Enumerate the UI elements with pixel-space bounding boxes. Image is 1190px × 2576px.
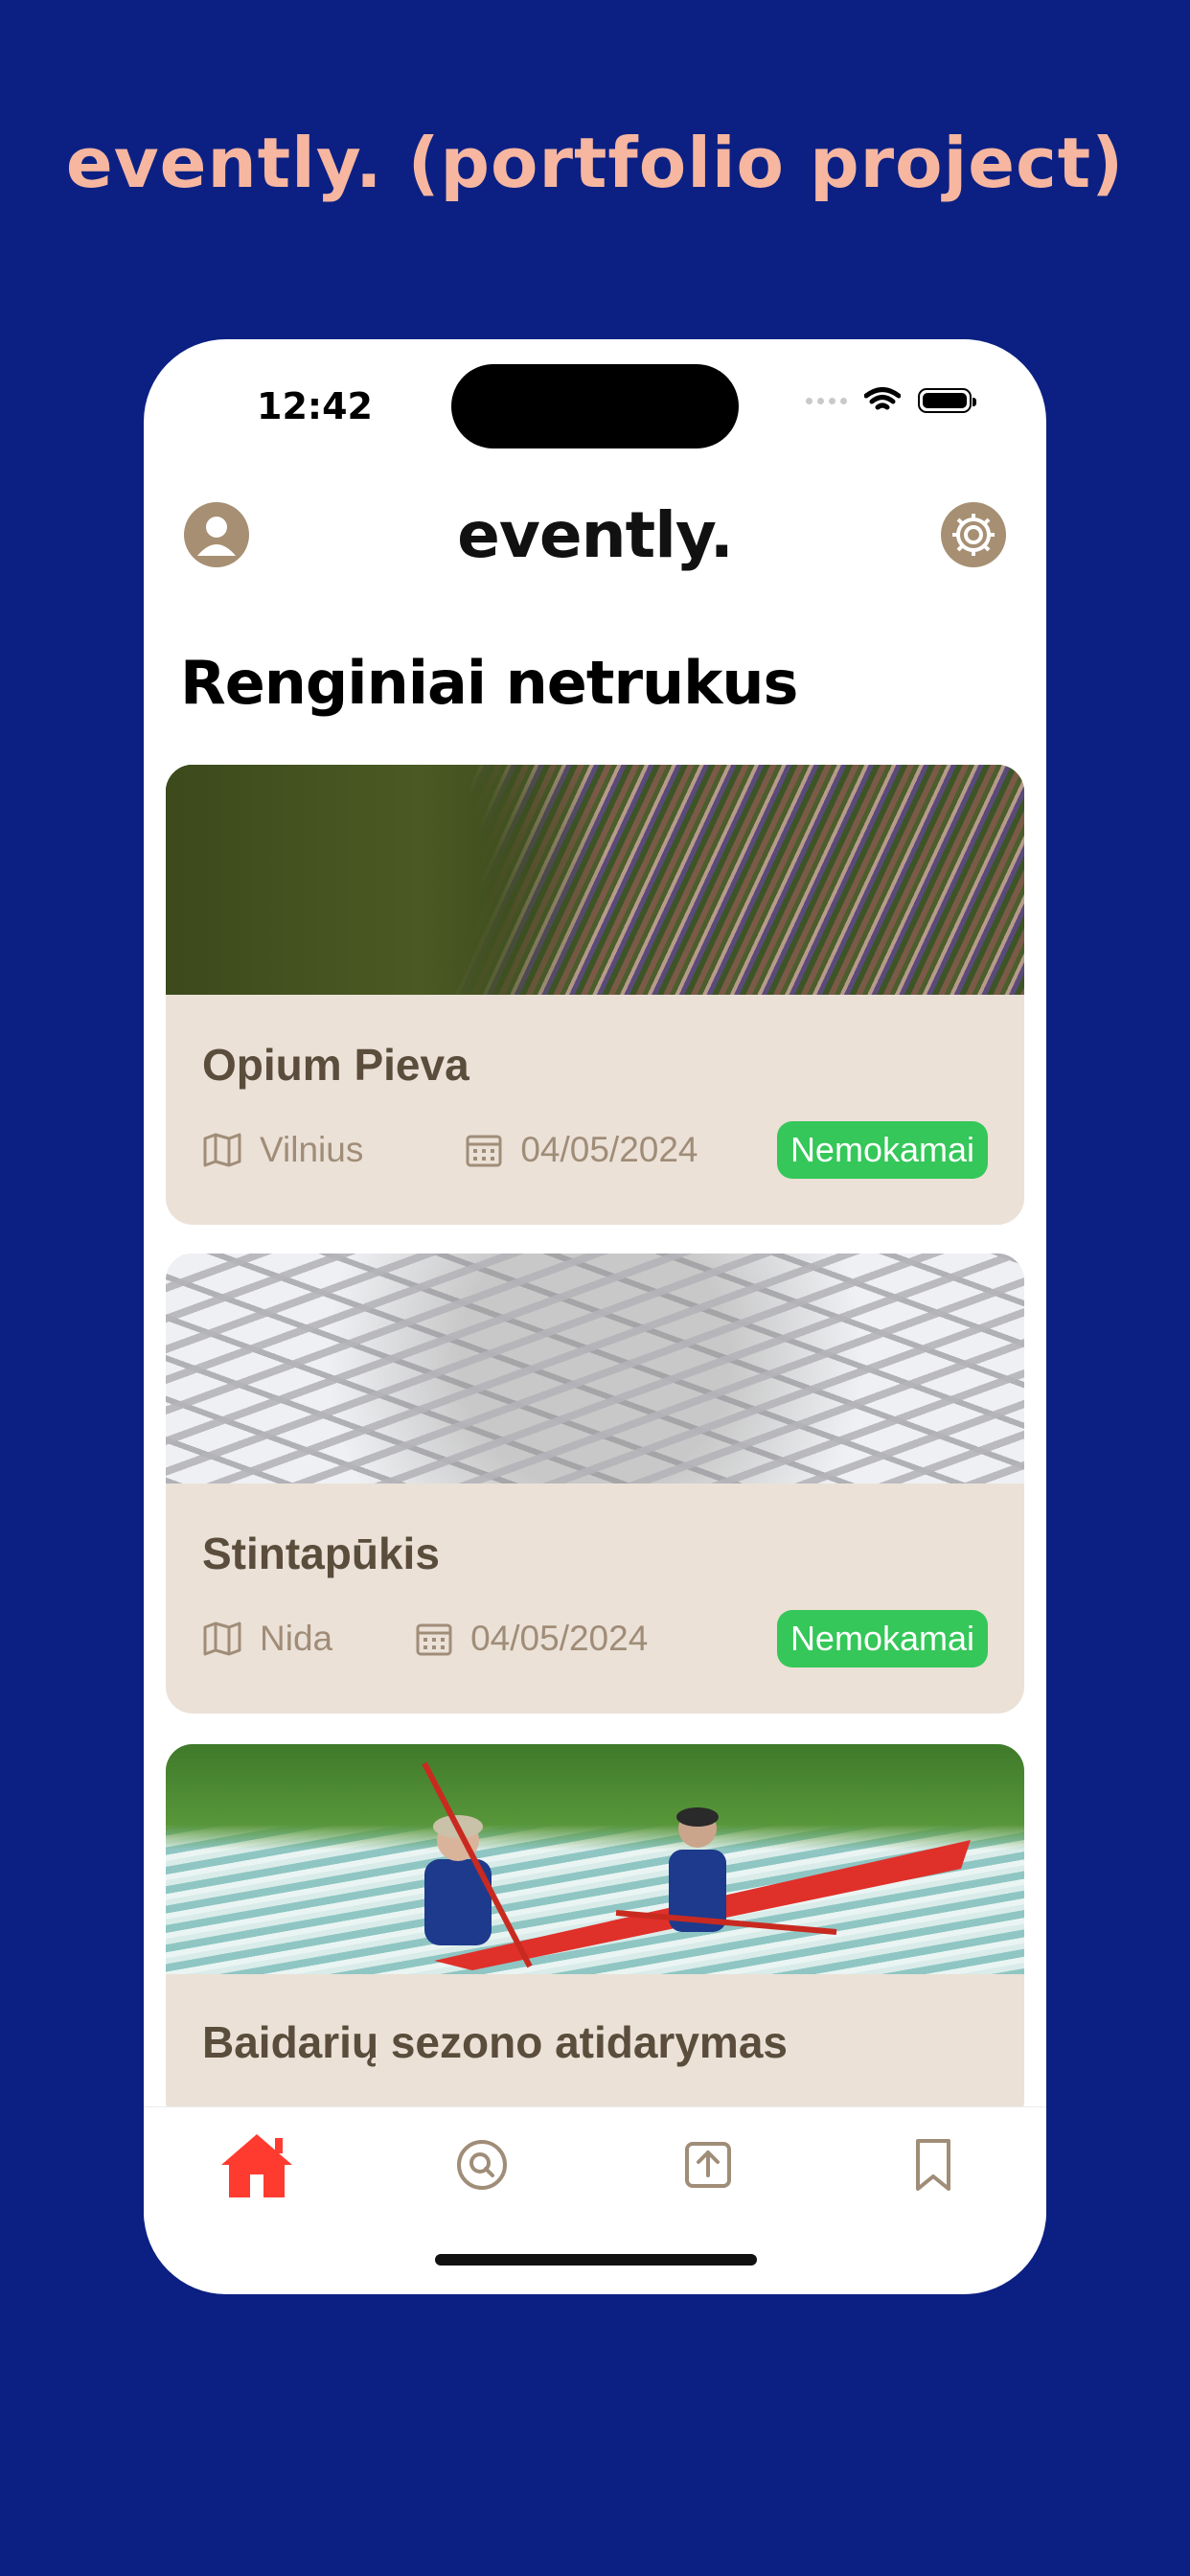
event-date-label: 04/05/2024 <box>520 1130 698 1169</box>
event-location: Nida <box>202 1619 332 1659</box>
signal-icon <box>806 397 847 404</box>
map-icon <box>203 1133 241 1167</box>
event-location: Vilnius <box>202 1130 363 1170</box>
status-icons <box>806 387 976 414</box>
event-image-fish <box>166 1254 1024 1484</box>
tab-upload[interactable] <box>651 2112 766 2218</box>
event-date-label: 04/05/2024 <box>470 1619 649 1658</box>
section-title: Renginiai netrukus <box>180 648 798 718</box>
tab-home[interactable] <box>199 2112 314 2218</box>
price-badge: Nemokamai <box>776 1121 988 1179</box>
gear-icon <box>952 514 995 556</box>
tab-saved[interactable] <box>876 2112 991 2218</box>
calendar-icon <box>466 1135 502 1167</box>
tab-bar <box>144 2106 1046 2222</box>
page-headline: evently. (portfolio project) <box>65 123 1125 203</box>
battery-icon <box>918 388 976 413</box>
event-meta: Nida 04/05/2024 Nemokamai <box>202 1610 988 1668</box>
app-logo: evently. <box>457 498 734 572</box>
event-card[interactable]: Opium Pieva Vilnius 04/05/2024 Nemokamai <box>166 765 1024 1225</box>
price-badge: Nemokamai <box>776 1610 988 1668</box>
kayak-illustration <box>422 1761 971 1970</box>
event-image-kayak <box>166 1744 1024 1974</box>
event-card[interactable]: Stintapūkis Nida 04/05/2024 Nemokamai <box>166 1254 1024 1714</box>
phone-frame: 12:42 evently. Renginiai netrukus Opium … <box>144 339 1046 2294</box>
event-title: Opium Pieva <box>202 1040 469 1090</box>
event-title: Baidarių sezono atidarymas <box>202 2017 788 2067</box>
event-card[interactable]: Baidarių sezono atidarymas <box>166 1744 1024 2128</box>
event-title: Stintapūkis <box>202 1529 440 1578</box>
home-icon <box>220 2134 292 2197</box>
tab-search[interactable] <box>424 2112 539 2218</box>
home-indicator <box>435 2254 757 2266</box>
event-date: 04/05/2024 <box>415 1619 648 1659</box>
upload-icon <box>684 2142 731 2188</box>
event-meta: Vilnius 04/05/2024 Nemokamai <box>202 1121 988 1179</box>
event-location-label: Vilnius <box>260 1130 364 1169</box>
map-icon <box>203 1622 241 1656</box>
bookmark-icon <box>916 2139 951 2191</box>
event-date: 04/05/2024 <box>465 1130 698 1170</box>
wifi-icon <box>864 387 901 410</box>
dynamic-island <box>451 364 739 448</box>
event-image-crowd <box>166 765 1024 995</box>
calendar-icon <box>416 1623 452 1656</box>
search-icon <box>457 2140 508 2190</box>
status-time: 12:42 <box>257 385 373 427</box>
settings-button[interactable] <box>941 502 1006 567</box>
event-location-label: Nida <box>260 1619 333 1658</box>
